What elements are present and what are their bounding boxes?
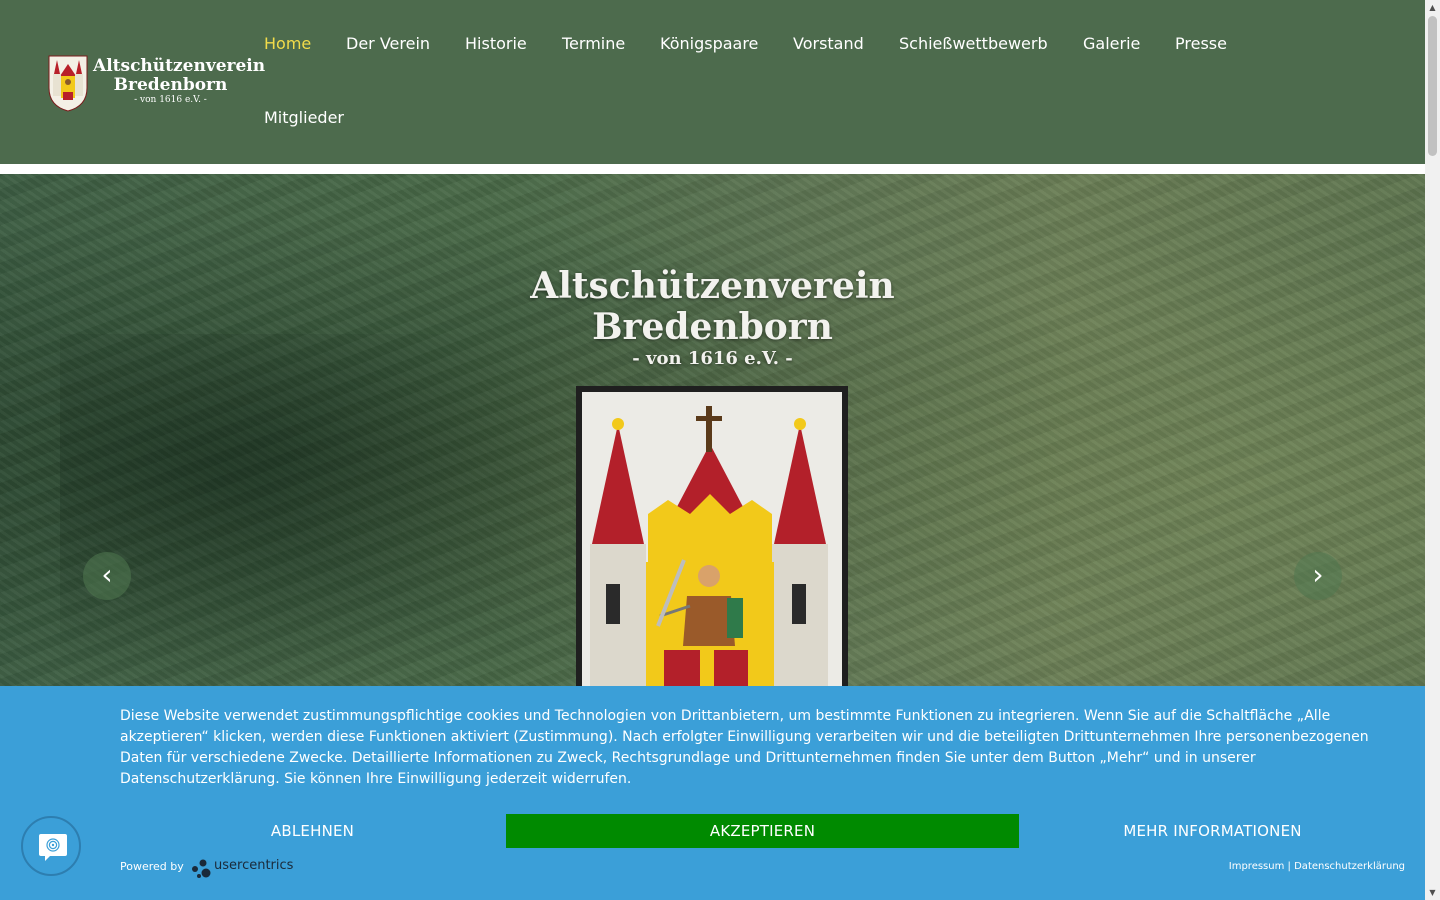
more-information-button[interactable]: MEHR INFORMATIONEN <box>1020 814 1405 848</box>
privacy-policy-link[interactable]: Datenschutzerklärung <box>1294 861 1405 872</box>
legal-separator: | <box>1287 861 1291 872</box>
cookie-consent-banner: Diese Website verwendet zustimmungspflic… <box>0 686 1425 900</box>
impressum-link[interactable]: Impressum <box>1229 861 1285 872</box>
site-logo[interactable]: Altschützenverein Bredenborn - von 1616 … <box>48 52 266 114</box>
slider-next-button[interactable]: › <box>1294 552 1342 600</box>
logo-line-3: - von 1616 e.V. - <box>134 95 207 105</box>
nav-vorstand[interactable]: Vorstand <box>793 34 864 54</box>
legal-links: Impressum | Datenschutzerklärung <box>1229 860 1405 874</box>
scroll-up-icon[interactable]: ▲ <box>1425 0 1440 15</box>
nav-mitglieder[interactable]: Mitglieder <box>264 108 344 128</box>
usercentrics-wordmark: usercentrics <box>214 858 294 873</box>
header-separator <box>0 164 1425 174</box>
logo-line-1: Altschützenverein <box>93 56 266 76</box>
chevron-right-icon: › <box>1312 558 1324 591</box>
scroll-thumb[interactable] <box>1428 16 1437 156</box>
slider-prev-button[interactable]: ‹ <box>83 552 131 600</box>
nav-der-verein[interactable]: Der Verein <box>346 34 430 54</box>
logo-line-2: Bredenborn <box>113 75 228 95</box>
hero-title-line-1: Altschützenverein <box>530 265 895 307</box>
hero-slider: Altschützenverein Bredenborn - von 1616 … <box>0 174 1425 686</box>
nav-termine[interactable]: Termine <box>562 34 625 54</box>
fingerprint-icon <box>39 834 67 861</box>
usercentrics-dots-icon <box>192 859 211 878</box>
nav-koenigspaare[interactable]: Königspaare <box>660 34 758 54</box>
logo-text: Altschützenverein Bredenborn - von 1616 … <box>93 56 266 106</box>
page-scrollbar[interactable]: ▲ ▼ <box>1425 0 1440 900</box>
nav-schiesswettbewerb[interactable]: Schießwettbewerb <box>899 34 1048 54</box>
hero-historic-photo <box>60 334 580 686</box>
hero-title-line-3: - von 1616 e.V. - <box>632 348 793 369</box>
nav-home[interactable]: Home <box>264 34 311 54</box>
decline-button[interactable]: ABLEHNEN <box>120 814 505 848</box>
nav-presse[interactable]: Presse <box>1175 34 1227 54</box>
chevron-left-icon: ‹ <box>101 558 113 591</box>
cookie-consent-text: Diese Website verwendet zustimmungspflic… <box>120 708 1369 787</box>
scroll-down-icon[interactable]: ▼ <box>1425 885 1440 900</box>
hero-title: Altschützenverein Bredenborn - von 1616 … <box>500 266 925 370</box>
coat-of-arms-icon <box>576 386 848 686</box>
accept-button[interactable]: AKZEPTIEREN <box>506 814 1019 848</box>
privacy-settings-button[interactable] <box>21 816 81 876</box>
nav-galerie[interactable]: Galerie <box>1083 34 1140 54</box>
hero-title-line-2: Bredenborn <box>592 306 833 348</box>
crest-icon <box>48 55 88 112</box>
nav-historie[interactable]: Historie <box>465 34 527 54</box>
powered-by-label: Powered by <box>120 860 184 873</box>
site-header: Altschützenverein Bredenborn - von 1616 … <box>0 0 1425 164</box>
